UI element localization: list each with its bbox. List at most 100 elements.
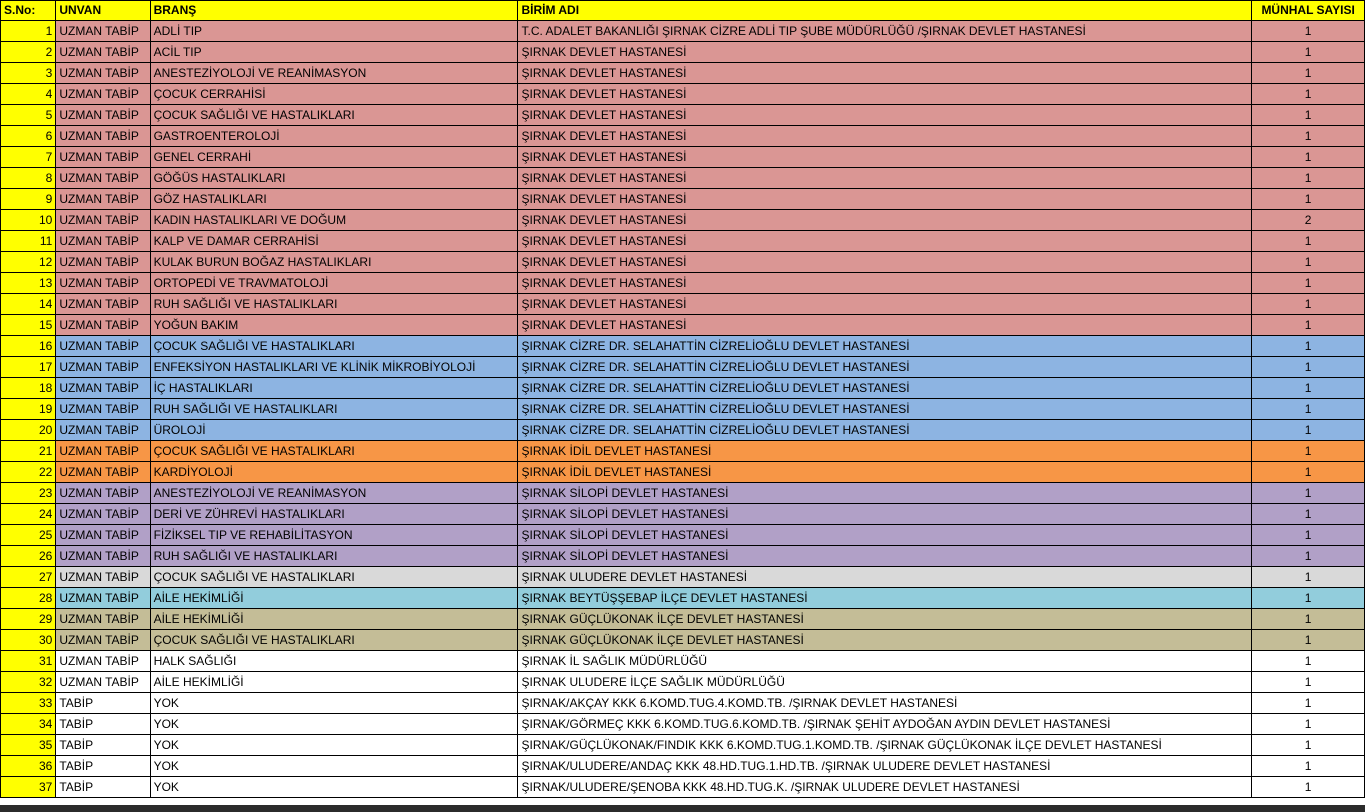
cell-birim-adi[interactable]: ŞIRNAK CİZRE DR. SELAHATTİN CİZRELİOĞLU … <box>517 398 1253 420</box>
cell-unvan[interactable]: UZMAN TABİP <box>55 251 151 273</box>
cell-unvan[interactable]: UZMAN TABİP <box>55 566 151 588</box>
cell-sno[interactable]: 32 <box>0 671 57 693</box>
header-sno[interactable]: S.No: <box>0 0 57 21</box>
cell-munhal-sayisi[interactable]: 1 <box>1251 20 1365 42</box>
cell-brans[interactable]: KALP VE DAMAR CERRAHİSİ <box>149 230 519 252</box>
cell-brans[interactable]: KARDİYOLOJİ <box>149 461 519 483</box>
cell-unvan[interactable]: UZMAN TABİP <box>55 104 151 126</box>
cell-munhal-sayisi[interactable]: 1 <box>1251 146 1365 168</box>
cell-munhal-sayisi[interactable]: 1 <box>1251 377 1365 399</box>
cell-unvan[interactable]: TABİP <box>55 755 151 777</box>
cell-unvan[interactable]: UZMAN TABİP <box>55 587 151 609</box>
cell-brans[interactable]: ANESTEZİYOLOJİ VE REANİMASYON <box>149 62 519 84</box>
cell-munhal-sayisi[interactable]: 1 <box>1251 419 1365 441</box>
cell-munhal-sayisi[interactable]: 1 <box>1251 314 1365 336</box>
cell-brans[interactable]: ÇOCUK SAĞLIĞI VE HASTALIKLARI <box>149 629 519 651</box>
cell-sno[interactable]: 11 <box>0 230 57 252</box>
cell-unvan[interactable]: UZMAN TABİP <box>55 671 151 693</box>
cell-brans[interactable]: YOK <box>149 734 519 756</box>
cell-unvan[interactable]: UZMAN TABİP <box>55 125 151 147</box>
cell-sno[interactable]: 36 <box>0 755 57 777</box>
cell-munhal-sayisi[interactable]: 1 <box>1251 545 1365 567</box>
cell-sno[interactable]: 16 <box>0 335 57 357</box>
cell-sno[interactable]: 31 <box>0 650 57 672</box>
header-unvan[interactable]: UNVAN <box>55 0 151 21</box>
cell-brans[interactable]: YOK <box>149 713 519 735</box>
cell-munhal-sayisi[interactable]: 1 <box>1251 587 1365 609</box>
cell-unvan[interactable]: UZMAN TABİP <box>55 272 151 294</box>
cell-brans[interactable]: ÇOCUK SAĞLIĞI VE HASTALIKLARI <box>149 440 519 462</box>
cell-birim-adi[interactable]: T.C. ADALET BAKANLIĞI ŞIRNAK CİZRE ADLİ … <box>517 20 1253 42</box>
cell-munhal-sayisi[interactable]: 1 <box>1251 356 1365 378</box>
cell-sno[interactable]: 12 <box>0 251 57 273</box>
cell-munhal-sayisi[interactable]: 1 <box>1251 692 1365 714</box>
cell-munhal-sayisi[interactable]: 1 <box>1251 524 1365 546</box>
cell-birim-adi[interactable]: ŞIRNAK GÜÇLÜKONAK İLÇE DEVLET HASTANESİ <box>517 608 1253 630</box>
cell-munhal-sayisi[interactable]: 1 <box>1251 461 1365 483</box>
cell-brans[interactable]: YOK <box>149 692 519 714</box>
cell-sno[interactable]: 34 <box>0 713 57 735</box>
cell-brans[interactable]: YOĞUN BAKIM <box>149 314 519 336</box>
cell-unvan[interactable]: UZMAN TABİP <box>55 293 151 315</box>
cell-munhal-sayisi[interactable]: 1 <box>1251 41 1365 63</box>
cell-sno[interactable]: 10 <box>0 209 57 231</box>
cell-brans[interactable]: KULAK BURUN BOĞAZ HASTALIKLARI <box>149 251 519 273</box>
cell-munhal-sayisi[interactable]: 1 <box>1251 335 1365 357</box>
cell-unvan[interactable]: UZMAN TABİP <box>55 482 151 504</box>
cell-sno[interactable]: 28 <box>0 587 57 609</box>
cell-birim-adi[interactable]: ŞIRNAK GÜÇLÜKONAK İLÇE DEVLET HASTANESİ <box>517 629 1253 651</box>
cell-unvan[interactable]: UZMAN TABİP <box>55 83 151 105</box>
cell-sno[interactable]: 22 <box>0 461 57 483</box>
cell-sno[interactable]: 7 <box>0 146 57 168</box>
cell-birim-adi[interactable]: ŞIRNAK/GÜÇLÜKONAK/FINDIK KKK 6.KOMD.TUG.… <box>517 734 1253 756</box>
cell-sno[interactable]: 1 <box>0 20 57 42</box>
cell-sno[interactable]: 13 <box>0 272 57 294</box>
cell-munhal-sayisi[interactable]: 1 <box>1251 440 1365 462</box>
cell-unvan[interactable]: UZMAN TABİP <box>55 377 151 399</box>
cell-brans[interactable]: ÇOCUK SAĞLIĞI VE HASTALIKLARI <box>149 566 519 588</box>
cell-unvan[interactable]: TABİP <box>55 692 151 714</box>
cell-unvan[interactable]: UZMAN TABİP <box>55 230 151 252</box>
cell-birim-adi[interactable]: ŞIRNAK CİZRE DR. SELAHATTİN CİZRELİOĞLU … <box>517 356 1253 378</box>
cell-sno[interactable]: 37 <box>0 776 57 798</box>
cell-birim-adi[interactable]: ŞIRNAK DEVLET HASTANESİ <box>517 83 1253 105</box>
cell-birim-adi[interactable]: ŞIRNAK İL SAĞLIK MÜDÜRLÜĞÜ <box>517 650 1253 672</box>
cell-brans[interactable]: GASTROENTEROLOJİ <box>149 125 519 147</box>
cell-sno[interactable]: 5 <box>0 104 57 126</box>
cell-birim-adi[interactable]: ŞIRNAK/AKÇAY KKK 6.KOMD.TUG.4.KOMD.TB. /… <box>517 692 1253 714</box>
cell-brans[interactable]: YOK <box>149 776 519 798</box>
cell-munhal-sayisi[interactable]: 1 <box>1251 713 1365 735</box>
cell-birim-adi[interactable]: ŞIRNAK BEYTÜŞŞEBAP İLÇE DEVLET HASTANESİ <box>517 587 1253 609</box>
cell-munhal-sayisi[interactable]: 1 <box>1251 629 1365 651</box>
cell-birim-adi[interactable]: ŞIRNAK İDİL DEVLET HASTANESİ <box>517 440 1253 462</box>
cell-sno[interactable]: 29 <box>0 608 57 630</box>
cell-birim-adi[interactable]: ŞIRNAK SİLOPİ DEVLET HASTANESİ <box>517 482 1253 504</box>
cell-brans[interactable]: ADLİ TIP <box>149 20 519 42</box>
cell-unvan[interactable]: UZMAN TABİP <box>55 209 151 231</box>
cell-sno[interactable]: 4 <box>0 83 57 105</box>
cell-munhal-sayisi[interactable]: 1 <box>1251 167 1365 189</box>
cell-sno[interactable]: 30 <box>0 629 57 651</box>
cell-sno[interactable]: 23 <box>0 482 57 504</box>
cell-brans[interactable]: ORTOPEDİ VE TRAVMATOLOJİ <box>149 272 519 294</box>
cell-munhal-sayisi[interactable]: 1 <box>1251 482 1365 504</box>
cell-unvan[interactable]: UZMAN TABİP <box>55 314 151 336</box>
cell-unvan[interactable]: UZMAN TABİP <box>55 545 151 567</box>
cell-birim-adi[interactable]: ŞIRNAK DEVLET HASTANESİ <box>517 209 1253 231</box>
cell-unvan[interactable]: UZMAN TABİP <box>55 167 151 189</box>
cell-birim-adi[interactable]: ŞIRNAK DEVLET HASTANESİ <box>517 251 1253 273</box>
cell-munhal-sayisi[interactable]: 1 <box>1251 776 1365 798</box>
cell-munhal-sayisi[interactable]: 1 <box>1251 566 1365 588</box>
cell-birim-adi[interactable]: ŞIRNAK DEVLET HASTANESİ <box>517 314 1253 336</box>
cell-unvan[interactable]: TABİP <box>55 734 151 756</box>
cell-brans[interactable]: FİZİKSEL TIP VE REHABİLİTASYON <box>149 524 519 546</box>
cell-munhal-sayisi[interactable]: 2 <box>1251 209 1365 231</box>
cell-sno[interactable]: 26 <box>0 545 57 567</box>
cell-sno[interactable]: 21 <box>0 440 57 462</box>
cell-brans[interactable]: ACİL TIP <box>149 41 519 63</box>
cell-birim-adi[interactable]: ŞIRNAK ULUDERE DEVLET HASTANESİ <box>517 566 1253 588</box>
cell-sno[interactable]: 35 <box>0 734 57 756</box>
cell-unvan[interactable]: UZMAN TABİP <box>55 335 151 357</box>
cell-birim-adi[interactable]: ŞIRNAK/ULUDERE/ANDAÇ KKK 48.HD.TUG.1.HD.… <box>517 755 1253 777</box>
cell-birim-adi[interactable]: ŞIRNAK DEVLET HASTANESİ <box>517 125 1253 147</box>
